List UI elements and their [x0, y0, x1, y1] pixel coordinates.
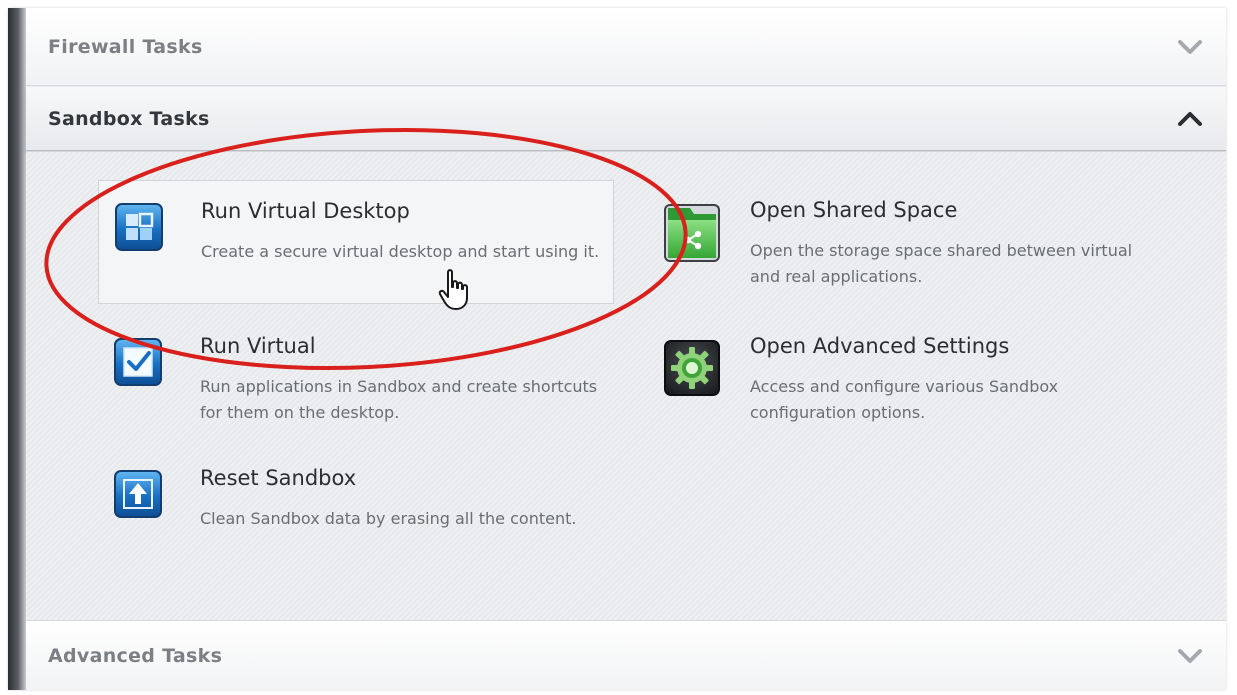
- hand-cursor-icon: [438, 269, 468, 310]
- sandbox-tasks-content: Run Virtual Desktop Create a secure virt…: [26, 152, 1226, 620]
- task-title: Open Shared Space: [750, 198, 958, 222]
- task-run-virtual[interactable]: Run Virtual Run applications in Sandbox …: [98, 316, 614, 440]
- task-open-shared-space[interactable]: Open Shared Space Open the storage space…: [642, 180, 1158, 304]
- task-open-advanced-settings[interactable]: Open Advanced Settings Access and config…: [642, 316, 1158, 440]
- section-header-firewall-tasks[interactable]: Firewall Tasks: [26, 8, 1226, 86]
- section-header-sandbox-tasks[interactable]: Sandbox Tasks: [26, 87, 1226, 151]
- task-title: Run Virtual: [200, 334, 316, 358]
- checkbox-icon: [114, 338, 162, 386]
- task-description: Create a secure virtual desktop and star…: [201, 242, 600, 261]
- shared-folder-icon: [664, 204, 720, 262]
- firewall-tasks-title: Firewall Tasks: [48, 35, 203, 58]
- chevron-up-icon[interactable]: [1172, 104, 1208, 134]
- panel-edge: [8, 8, 26, 690]
- sandbox-tasks-panel: Firewall Tasks Sandbox Tasks Run Virtual…: [8, 8, 1226, 690]
- gear-icon: [664, 340, 720, 396]
- task-description: Clean Sandbox data by erasing all the co…: [200, 509, 577, 528]
- task-title: Run Virtual Desktop: [201, 199, 410, 223]
- chevron-down-icon[interactable]: [1172, 32, 1208, 62]
- advanced-tasks-title: Advanced Tasks: [48, 644, 223, 667]
- task-title: Reset Sandbox: [200, 466, 357, 490]
- task-run-virtual-desktop[interactable]: Run Virtual Desktop Create a secure virt…: [98, 180, 614, 304]
- task-description: Open the storage space shared between vi…: [750, 241, 1133, 286]
- sandbox-tasks-title: Sandbox Tasks: [48, 107, 210, 130]
- task-reset-sandbox[interactable]: Reset Sandbox Clean Sandbox data by eras…: [98, 448, 614, 572]
- reset-arrow-icon: [114, 470, 162, 518]
- task-description: Access and configure various Sandbox con…: [750, 377, 1059, 422]
- task-description: Run applications in Sandbox and create s…: [200, 377, 598, 422]
- virtual-desktop-icon: [115, 203, 163, 251]
- chevron-down-icon[interactable]: [1172, 641, 1208, 671]
- task-title: Open Advanced Settings: [750, 334, 1010, 358]
- section-header-advanced-tasks[interactable]: Advanced Tasks: [26, 620, 1226, 690]
